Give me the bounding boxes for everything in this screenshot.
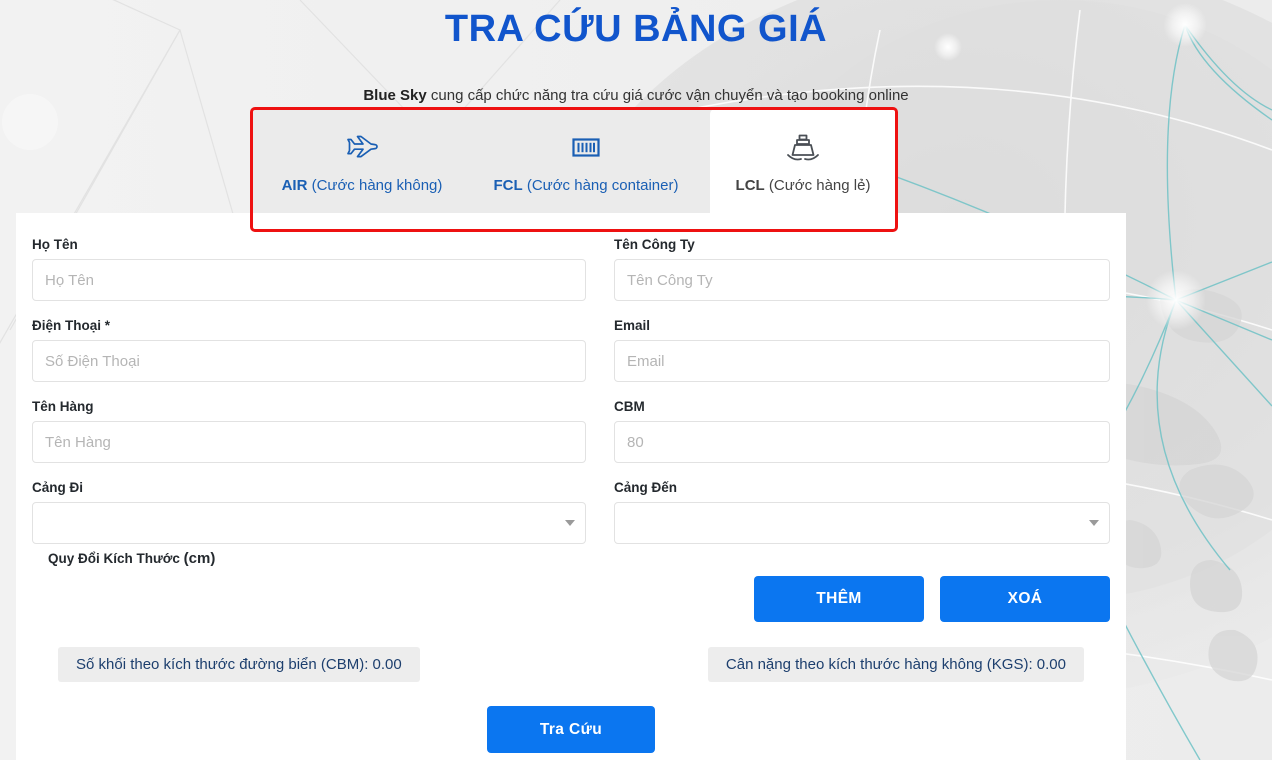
field-goods: Tên Hàng (32, 399, 586, 463)
select-wrap-destination (614, 502, 1110, 544)
label-company: Tên Công Ty (614, 237, 695, 252)
label-email: Email (614, 318, 651, 333)
container-icon (571, 131, 601, 165)
airplane-icon (345, 131, 379, 165)
tab-air[interactable]: AIR (Cước hàng không) (252, 109, 472, 213)
input-company[interactable] (614, 259, 1110, 301)
input-phone[interactable] (32, 340, 586, 382)
brand-name: Blue Sky (363, 87, 427, 104)
tab-fcl-desc: (Cước hàng container) (522, 177, 679, 194)
dimension-actions: THÊM XOÁ (754, 576, 1110, 622)
label-phone: Điện Thoại * (32, 318, 111, 333)
input-hoten[interactable] (32, 259, 586, 301)
subtitle-text: cung cấp chức năng tra cứu giá cước vận … (426, 87, 909, 104)
dimensions-title: Quy Đổi Kích Thước (cm) (48, 550, 216, 567)
field-email: Email (614, 318, 1110, 382)
field-port-destination: Cảng Đến (614, 480, 1110, 544)
dimensions-unit: (cm) (183, 550, 216, 567)
tab-lcl[interactable]: LCL (Cước hàng lẻ) (710, 109, 896, 213)
select-wrap-origin (32, 502, 586, 544)
form-fields-grid: Họ Tên Tên Công Ty Điện Thoại * Email Tê… (16, 213, 1126, 561)
input-cbm[interactable] (614, 421, 1110, 463)
label-hoten: Họ Tên (32, 237, 78, 252)
label-port-destination: Cảng Đến (614, 480, 678, 495)
tab-air-label: AIR (Cước hàng không) (282, 177, 443, 194)
label-port-origin: Cảng Đi (32, 480, 84, 495)
page-title: TRA CỨU BẢNG GIÁ (444, 8, 828, 50)
dimensions-title-text: Quy Đổi Kích Thước (48, 551, 184, 566)
label-goods: Tên Hàng (32, 399, 94, 414)
field-hoten: Họ Tên (32, 237, 586, 301)
field-port-origin: Cảng Đi (32, 480, 586, 544)
field-cbm: CBM (614, 399, 1110, 463)
field-company: Tên Công Ty (614, 237, 1110, 301)
search-button[interactable]: Tra Cứu (487, 706, 655, 753)
quote-form-card: Họ Tên Tên Công Ty Điện Thoại * Email Tê… (16, 213, 1126, 760)
label-cbm: CBM (614, 399, 645, 414)
kgs-result-badge: Cân nặng theo kích thước hàng không (KGS… (707, 647, 1084, 682)
field-phone: Điện Thoại * (32, 318, 586, 382)
submit-section: Tra Cứu (16, 706, 1126, 753)
select-port-origin[interactable] (32, 502, 586, 544)
dimensions-section: Quy Đổi Kích Thước (cm) (48, 550, 1110, 568)
page-subtitle: Blue Sky cung cấp chức năng tra cứu giá … (0, 87, 1272, 104)
tab-lcl-label: LCL (Cước hàng lẻ) (736, 177, 871, 194)
tab-fcl[interactable]: FCL (Cước hàng container) (472, 109, 700, 213)
tab-lcl-desc: (Cước hàng lẻ) (764, 177, 871, 194)
tab-air-code: AIR (281, 177, 308, 194)
calculation-results: Số khối theo kích thước đường biển (CBM)… (32, 647, 1110, 682)
tab-fcl-label: FCL (Cước hàng container) (494, 177, 679, 194)
input-email[interactable] (614, 340, 1110, 382)
rate-type-tabs: AIR (Cước hàng không) FCL (Cước hàng con… (252, 109, 896, 213)
add-button[interactable]: THÊM (754, 576, 924, 622)
select-port-destination[interactable] (614, 502, 1110, 544)
cbm-result-badge: Số khối theo kích thước đường biển (CBM)… (58, 647, 420, 682)
input-goods[interactable] (32, 421, 586, 463)
tab-lcl-code: LCL (735, 177, 765, 194)
tab-air-desc: (Cước hàng không) (307, 177, 443, 194)
ship-icon (786, 131, 820, 165)
tab-fcl-code: FCL (493, 177, 523, 194)
clear-button[interactable]: XOÁ (940, 576, 1110, 622)
